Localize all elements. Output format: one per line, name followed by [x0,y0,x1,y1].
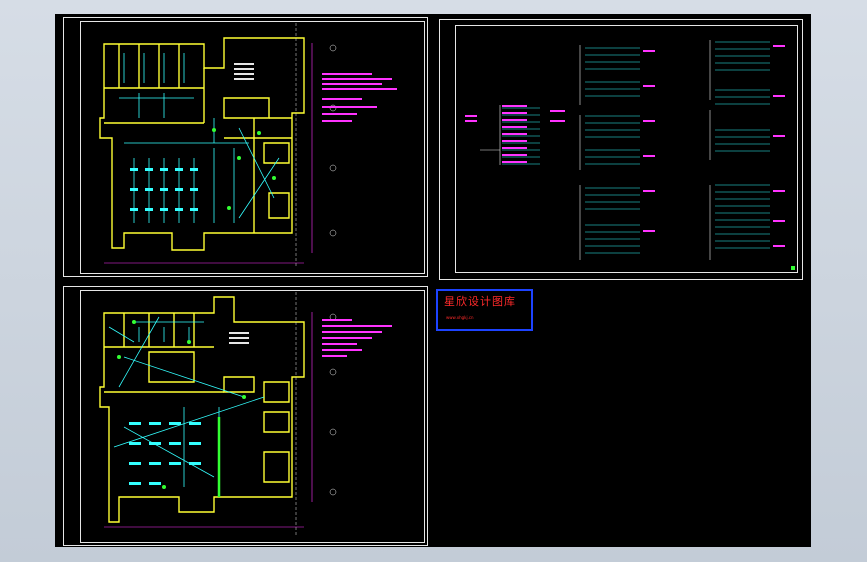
floor-plan-lighting [99,23,397,268]
drawing-sheet-lighting-plan[interactable] [63,17,428,277]
watermark-title: 星欣设计图库 [444,295,516,308]
drawing-sheet-power-plan[interactable] [63,286,428,546]
distribution-system-diagram [465,40,795,270]
cad-model-viewport[interactable]: 星欣设计图库 www.xhgkj.cn [55,14,811,547]
watermark-url: www.xhgkj.cn [446,315,474,320]
watermark-stamp: 星欣设计图库 www.xhgkj.cn [436,289,533,331]
floor-plan-power [99,292,392,537]
drawing-sheet-distribution[interactable] [439,19,803,280]
